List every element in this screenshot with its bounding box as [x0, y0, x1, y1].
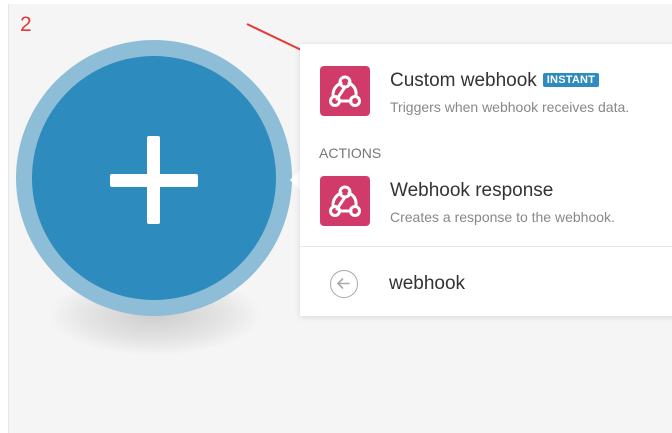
back-button[interactable] [330, 270, 358, 298]
action-item-webhook-response[interactable]: Webhook response Creates a response to t… [300, 168, 672, 232]
module-search-popup: Custom webhook INSTANT Triggers when webh… [300, 44, 672, 316]
actions-section-label: ACTIONS [319, 145, 382, 161]
trigger-item-custom-webhook[interactable]: Custom webhook INSTANT Triggers when webh… [300, 58, 672, 122]
arrow-left-circle-icon [337, 278, 350, 289]
popup-divider [300, 246, 672, 247]
action-title: Webhook response [390, 180, 554, 201]
popup-caret [290, 170, 300, 190]
webhook-icon [320, 66, 370, 116]
search-query[interactable]: webhook [389, 273, 465, 295]
trigger-description: Triggers when webhook receives data. [390, 99, 630, 115]
action-description: Creates a response to the webhook. [390, 209, 615, 225]
scenario-canvas: 2 Custom webhook INSTANT Triggers when w… [0, 0, 672, 433]
webhook-icon [320, 176, 370, 226]
plus-icon-vertical [147, 136, 160, 224]
trigger-title: Custom webhook INSTANT [390, 70, 600, 92]
instant-badge: INSTANT [542, 73, 600, 87]
